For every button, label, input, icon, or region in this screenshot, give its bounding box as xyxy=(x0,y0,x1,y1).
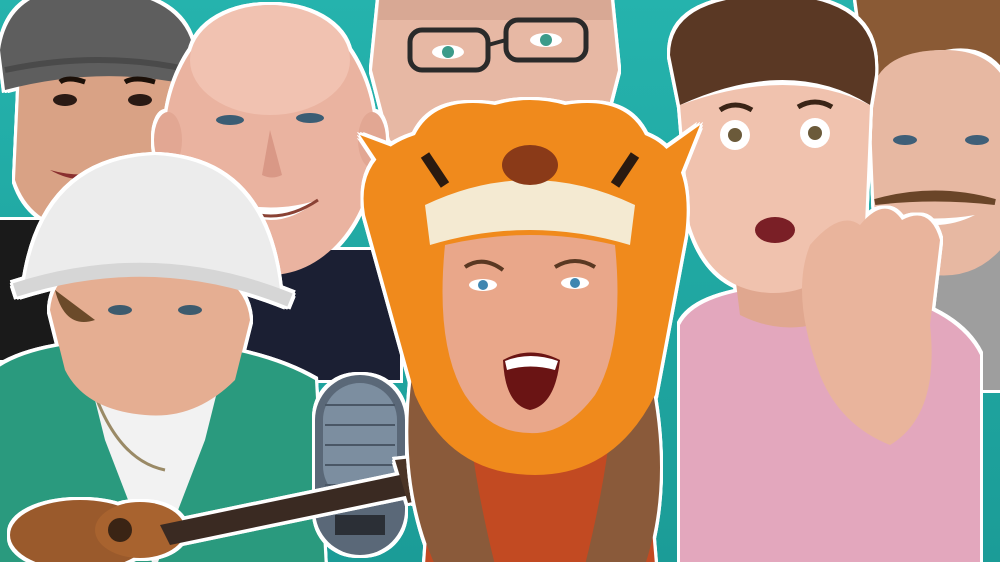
thumbnail-collage xyxy=(0,0,1000,562)
person-tiger-hood-center xyxy=(355,95,705,562)
